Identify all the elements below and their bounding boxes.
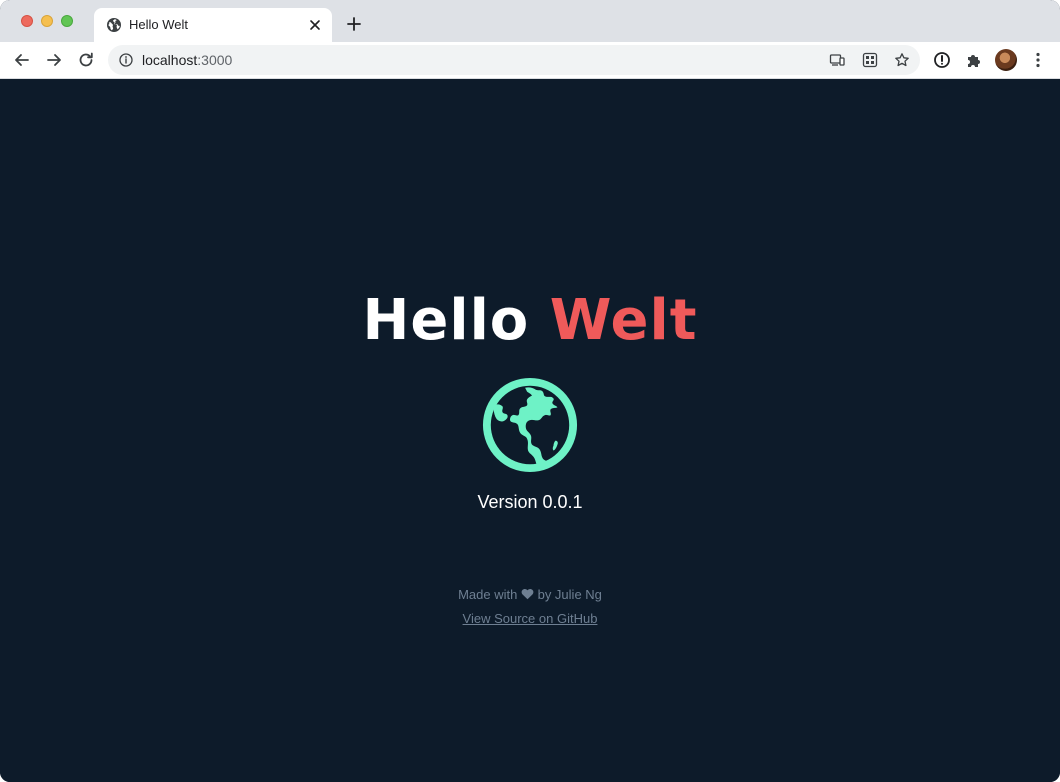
heart-icon	[521, 588, 534, 600]
tab-hello-welt[interactable]: Hello Welt	[94, 8, 332, 42]
headline-welt: Welt	[549, 288, 698, 353]
url-host: localhost	[142, 52, 198, 68]
page-content: Hello Welt Version 0.0.1 Made with by Ju…	[0, 79, 1060, 782]
plus-icon[interactable]	[344, 14, 364, 34]
close-window-button[interactable]	[21, 15, 33, 27]
browser-toolbar: localhost:3000	[0, 42, 1060, 79]
footer-made-with: Made with	[458, 587, 518, 602]
puzzle-icon[interactable]	[964, 50, 984, 70]
cast-icon[interactable]	[829, 52, 845, 68]
footer-credit: Made with by Julie Ng	[0, 586, 1060, 604]
reload-icon[interactable]	[76, 50, 96, 70]
page-title: Hello Welt	[0, 287, 1060, 355]
arrow-left-icon[interactable]	[12, 50, 32, 70]
zoom-window-button[interactable]	[61, 15, 73, 27]
footer-author: by Julie Ng	[537, 587, 602, 602]
avatar[interactable]	[995, 49, 1017, 71]
version-label: Version 0.0.1	[477, 492, 583, 512]
browser-window: Hello Welt localhost:3000 Hello Welt Ver…	[0, 0, 1060, 782]
globe-icon	[482, 377, 578, 473]
arrow-right-icon[interactable]	[44, 50, 64, 70]
headline-hello: Hello	[362, 288, 530, 353]
tab-strip: Hello Welt	[0, 0, 1060, 42]
minimize-window-button[interactable]	[41, 15, 53, 27]
password-icon[interactable]	[932, 50, 952, 70]
close-icon[interactable]	[306, 16, 324, 34]
source-link-container: View Source on GitHub	[0, 610, 1060, 628]
address-bar[interactable]: localhost:3000	[108, 45, 920, 75]
url-port: :3000	[197, 52, 233, 68]
info-icon[interactable]	[119, 53, 133, 67]
qr-code-icon[interactable]	[862, 52, 878, 68]
view-source-link[interactable]: View Source on GitHub	[463, 611, 598, 626]
tab-title: Hello Welt	[129, 17, 189, 32]
star-icon[interactable]	[894, 52, 910, 68]
url-text: localhost:3000	[142, 52, 232, 68]
globe-icon	[107, 18, 121, 32]
kebab-menu-icon[interactable]	[1028, 50, 1048, 70]
